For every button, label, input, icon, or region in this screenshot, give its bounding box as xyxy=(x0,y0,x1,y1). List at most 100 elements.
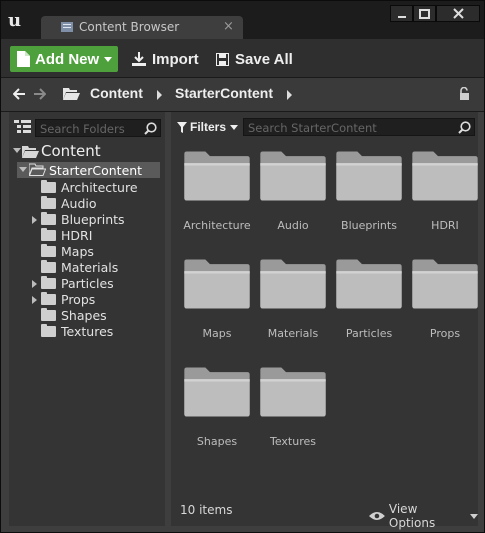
tree-view-toggle-icon[interactable] xyxy=(14,120,31,135)
tree-item-audio[interactable]: Audio xyxy=(35,196,160,212)
folder-icon xyxy=(412,259,478,309)
tree-item-label: Textures xyxy=(61,324,114,339)
view-options-button[interactable]: View Options xyxy=(369,502,478,530)
content-browser-icon xyxy=(61,22,73,32)
window-controls xyxy=(390,5,480,22)
tree-item-particles[interactable]: Particles xyxy=(32,276,160,292)
filters-label: Filters xyxy=(190,120,227,134)
back-arrow-icon[interactable] xyxy=(13,88,26,100)
folder-icon xyxy=(184,367,250,417)
asset-search-input[interactable]: Search StarterContent xyxy=(243,118,475,136)
expand-arrow-icon[interactable] xyxy=(19,167,27,172)
folder-tile[interactable]: HDRI xyxy=(407,148,483,248)
breadcrumb-separator-icon[interactable] xyxy=(287,90,292,100)
folder-tile[interactable]: Props xyxy=(407,256,483,356)
folder-icon xyxy=(41,228,56,241)
tree-item-label: Audio xyxy=(61,196,97,211)
tree-item-label: Maps xyxy=(61,244,94,259)
folder-tile[interactable]: Blueprints xyxy=(331,148,407,248)
tree-item-hdri[interactable]: HDRI xyxy=(35,228,160,244)
tree-item-label: Architecture xyxy=(61,180,138,195)
folder-tile[interactable]: Shapes xyxy=(179,364,255,464)
search-icon xyxy=(144,122,157,135)
save-icon xyxy=(216,52,229,66)
svg-text:u: u xyxy=(8,10,21,30)
folder-tile[interactable]: Architecture xyxy=(179,148,255,248)
folder-icon xyxy=(260,259,326,309)
save-all-button[interactable]: Save All xyxy=(216,46,293,72)
folder-icon xyxy=(41,196,56,209)
chevron-down-icon xyxy=(230,124,239,130)
tree-item-label: Materials xyxy=(61,260,119,275)
minimize-icon xyxy=(397,15,406,18)
folder-tile-label: Props xyxy=(429,327,461,340)
add-new-label: Add New xyxy=(35,50,100,68)
eye-icon xyxy=(369,512,385,520)
folder-tile[interactable]: Textures xyxy=(255,364,331,464)
breadcrumb-startercontent[interactable]: StarterContent xyxy=(175,85,273,101)
tree-item-content[interactable]: Content xyxy=(13,142,163,160)
folder-open-icon xyxy=(29,163,46,176)
folder-icon xyxy=(41,260,56,273)
tree-item-label: Content xyxy=(41,142,101,160)
folder-tile[interactable]: Particles xyxy=(331,256,407,356)
folder-tile[interactable]: Materials xyxy=(255,256,331,356)
folder-icon xyxy=(41,324,56,337)
tree-item-textures[interactable]: Textures xyxy=(35,324,160,340)
folder-tree-panel: Search Folders Content StarterContent Ar… xyxy=(9,112,165,526)
folder-icon xyxy=(336,151,402,201)
tree-item-blueprints[interactable]: Blueprints xyxy=(32,212,160,228)
tree-item-startercontent[interactable]: StarterContent xyxy=(17,162,160,178)
folder-icon xyxy=(41,180,56,193)
expand-arrow-icon[interactable] xyxy=(32,216,37,224)
import-button[interactable]: Import xyxy=(132,46,199,72)
folder-icon xyxy=(412,151,478,201)
folder-tile-label: Textures xyxy=(270,435,316,448)
item-count: 10 items xyxy=(180,503,233,517)
add-new-button[interactable]: Add New xyxy=(10,46,118,72)
tab-close-icon[interactable]: × xyxy=(223,19,234,34)
tree-item-label: StarterContent xyxy=(49,163,143,178)
forward-arrow-icon[interactable] xyxy=(33,88,46,100)
tree-item-materials[interactable]: Materials xyxy=(35,260,160,276)
folder-open-icon xyxy=(63,88,80,100)
minimize-button[interactable] xyxy=(390,5,413,22)
folder-tile[interactable]: Audio xyxy=(255,148,331,248)
tree-item-label: Blueprints xyxy=(61,212,125,227)
tree-item-maps[interactable]: Maps xyxy=(35,244,160,260)
expand-arrow-icon[interactable] xyxy=(32,296,37,304)
chevron-down-icon xyxy=(104,56,113,62)
tree-item-label: HDRI xyxy=(61,228,93,243)
maximize-button[interactable] xyxy=(413,5,436,22)
lock-icon[interactable] xyxy=(458,87,471,101)
folder-icon xyxy=(336,259,402,309)
breadcrumb-separator-icon[interactable] xyxy=(157,90,162,100)
tree-item-label: Particles xyxy=(61,276,114,291)
save-all-label: Save All xyxy=(235,50,293,68)
folder-icon xyxy=(184,259,250,309)
expand-arrow-icon[interactable] xyxy=(13,148,21,153)
tree-item-architecture[interactable]: Architecture xyxy=(35,180,160,196)
filter-icon xyxy=(177,121,187,133)
folder-icon xyxy=(41,212,56,225)
tree-item-shapes[interactable]: Shapes xyxy=(35,308,160,324)
tab-content-browser[interactable]: Content Browser × xyxy=(41,16,243,39)
asset-search-placeholder: Search StarterContent xyxy=(248,121,377,135)
folder-tile[interactable]: Maps xyxy=(179,256,255,356)
maximize-icon xyxy=(419,8,430,19)
folder-icon xyxy=(41,276,56,289)
asset-view-panel: Filters Search StarterContent Architectu… xyxy=(171,112,478,530)
folder-search-input[interactable]: Search Folders xyxy=(35,119,161,137)
filters-button[interactable]: Filters xyxy=(177,118,239,136)
folder-icon xyxy=(260,151,326,201)
tree-item-props[interactable]: Props xyxy=(32,292,160,308)
view-options-label: View Options xyxy=(388,502,436,530)
expand-arrow-icon[interactable] xyxy=(32,280,37,288)
search-icon xyxy=(458,121,471,134)
folder-icon xyxy=(41,244,56,257)
folder-search-placeholder: Search Folders xyxy=(40,122,125,136)
breadcrumb-content[interactable]: Content xyxy=(90,85,143,101)
tab-label: Content Browser xyxy=(79,20,180,34)
folder-icon xyxy=(260,367,326,417)
close-button[interactable] xyxy=(436,5,480,22)
